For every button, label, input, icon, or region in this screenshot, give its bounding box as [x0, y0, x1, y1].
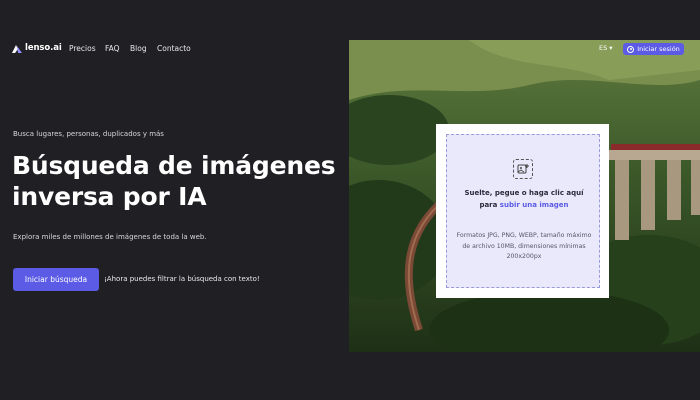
nav-link-contacto[interactable]: Contacto	[157, 44, 191, 53]
hero-subtitle: Explora miles de millones de imágenes de…	[13, 233, 207, 241]
dropzone-prompt: Suelte, pegue o haga clic aquí para subi…	[455, 187, 593, 211]
nav-link-precios[interactable]: Precios	[69, 44, 96, 53]
lenso-logo-icon	[12, 44, 22, 53]
chevron-down-icon: ▾	[609, 44, 613, 52]
nav-link-faq[interactable]: FAQ	[105, 44, 120, 53]
cta-note: ¡Ahora puedes filtrar la búsqueda con te…	[104, 275, 260, 283]
image-upload-icon	[513, 159, 533, 179]
hero-headline: Búsqueda de imágenes inversa por IA	[12, 150, 342, 212]
headline-line-2: inversa por IA	[12, 182, 207, 211]
signin-label: Iniciar sesión	[637, 45, 680, 53]
nav-link-blog[interactable]: Blog	[130, 44, 147, 53]
upload-formats-info: Formatos JPG, PNG, WEBP, tamaño máximo d…	[456, 232, 592, 260]
language-selector[interactable]: ES ▾	[599, 44, 613, 52]
user-icon	[627, 45, 635, 53]
brand-name: lenso.ai	[25, 43, 62, 53]
headline-line-1: Búsqueda de imágenes	[12, 151, 336, 180]
navbar: lenso.ai Precios FAQ Blog Contacto	[0, 40, 350, 58]
brand-logo[interactable]: lenso.ai	[12, 43, 62, 53]
image-dropzone[interactable]: Suelte, pegue o haga clic aquí para subi…	[446, 134, 600, 288]
upload-card: Suelte, pegue o haga clic aquí para subi…	[436, 124, 609, 298]
start-search-button[interactable]: Iniciar búsqueda	[13, 268, 99, 291]
signin-button[interactable]: Iniciar sesión	[623, 43, 684, 55]
hero-tagline: Busca lugares, personas, duplicados y má…	[13, 130, 164, 138]
upload-image-link[interactable]: subir una imagen	[500, 201, 569, 209]
language-label: ES	[599, 44, 608, 52]
